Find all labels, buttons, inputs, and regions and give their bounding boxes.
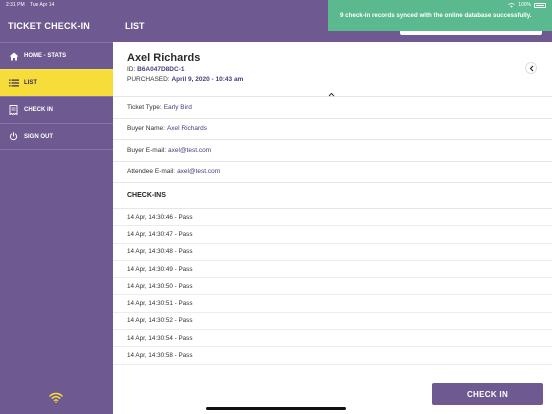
- detail-label: Ticket Type:: [127, 103, 162, 111]
- app-title: TICKET CHECK-IN: [8, 21, 90, 31]
- checkin-row: 14 Apr, 14:30:58 - Pass: [113, 347, 552, 365]
- wifi-status-icon: [508, 2, 515, 7]
- checkin-row: 14 Apr, 14:30:50 - Pass: [113, 278, 552, 296]
- detail-label: Attendee E-mail:: [127, 168, 176, 176]
- status-date: Tue Apr 14: [30, 2, 55, 8]
- status-bar: 2:31 PM Tue Apr 14 100%: [0, 0, 552, 10]
- checkin-row: 14 Apr, 14:30:52 - Pass: [113, 313, 552, 331]
- sidebar-item-list[interactable]: LIST: [0, 69, 113, 96]
- battery-icon: [534, 2, 546, 8]
- list-icon: [8, 78, 19, 88]
- sidebar-item-label: HOME - STATS: [24, 53, 67, 59]
- sidebar-nav: HOME - STATS LIST CHECK IN SIGN OUT: [0, 42, 113, 150]
- checkin-row: 14 Apr, 14:30:51 - Pass: [113, 295, 552, 313]
- checkin-row: 14 Apr, 14:30:48 - Pass: [113, 244, 552, 261]
- sidebar-item-check-in[interactable]: CHECK IN: [0, 96, 113, 123]
- detail-label: Buyer E-mail:: [127, 146, 167, 154]
- wifi-icon: [49, 390, 63, 408]
- detail-label: Buyer Name:: [127, 125, 165, 133]
- sidebar-item-home-stats[interactable]: HOME - STATS: [0, 42, 113, 69]
- checkins-heading: CHECK-INS: [113, 183, 552, 209]
- detail-value: Early Bird: [163, 103, 192, 111]
- ticket-detail-panel: Axel Richards ID: B6A047D8DC-1 PURCHASED…: [113, 42, 552, 414]
- detail-value: axel@test.com: [168, 146, 212, 154]
- ticket-icon: [8, 105, 19, 115]
- buyer-name-row: Buyer Name: Axel Richards: [113, 119, 552, 140]
- attendee-email-row: Attendee E-mail: axel@test.com: [113, 162, 552, 183]
- detail-value: Axel Richards: [166, 125, 208, 133]
- battery-percent: 100%: [518, 2, 531, 8]
- purchase-date: PURCHASED: April 9, 2020 - 10:43 am: [127, 76, 243, 83]
- search-field-partial[interactable]: [400, 31, 542, 35]
- checkin-row: 14 Apr, 14:30:49 - Pass: [113, 261, 552, 279]
- sidebar-item-label: LIST: [24, 80, 37, 86]
- status-indicators: 100%: [508, 2, 546, 8]
- checkin-row: 14 Apr, 14:30:54 - Pass: [113, 330, 552, 348]
- status-time: 2:31 PM: [6, 2, 25, 8]
- page-title: LIST: [125, 21, 145, 31]
- sidebar-item-label: SIGN OUT: [24, 133, 54, 140]
- power-icon: [8, 132, 19, 142]
- chevron-left-icon: [529, 65, 533, 71]
- purchased-label: PURCHASED:: [127, 76, 170, 83]
- check-in-button[interactable]: CHECK IN: [432, 383, 543, 405]
- home-indicator[interactable]: [206, 407, 346, 410]
- checkin-row: 14 Apr, 14:30:46 - Pass: [113, 209, 552, 227]
- checkin-row: 14 Apr, 14:30:47 - Pass: [113, 226, 552, 244]
- customer-name: Axel Richards: [127, 52, 201, 64]
- back-button[interactable]: [525, 62, 537, 74]
- ticket-id-value: B6A047D8DC-1: [137, 66, 185, 73]
- ticket-id: ID: B6A047D8DC-1: [127, 66, 184, 73]
- buyer-email-row: Buyer E-mail: axel@test.com: [113, 140, 552, 162]
- home-icon: [8, 51, 19, 61]
- ticket-summary: Axel Richards ID: B6A047D8DC-1 PURCHASED…: [113, 42, 552, 97]
- sidebar-item-label: CHECK IN: [24, 107, 54, 113]
- chevron-up-icon[interactable]: [328, 84, 335, 102]
- sidebar-item-sign-out[interactable]: SIGN OUT: [0, 123, 113, 150]
- ticket-id-label: ID:: [127, 66, 136, 73]
- detail-value: axel@test.com: [177, 168, 221, 176]
- purchased-value: April 9, 2020 - 10:43 am: [171, 76, 244, 83]
- sidebar: TICKET CHECK-IN HOME - STATS LIST CHECK …: [0, 0, 113, 414]
